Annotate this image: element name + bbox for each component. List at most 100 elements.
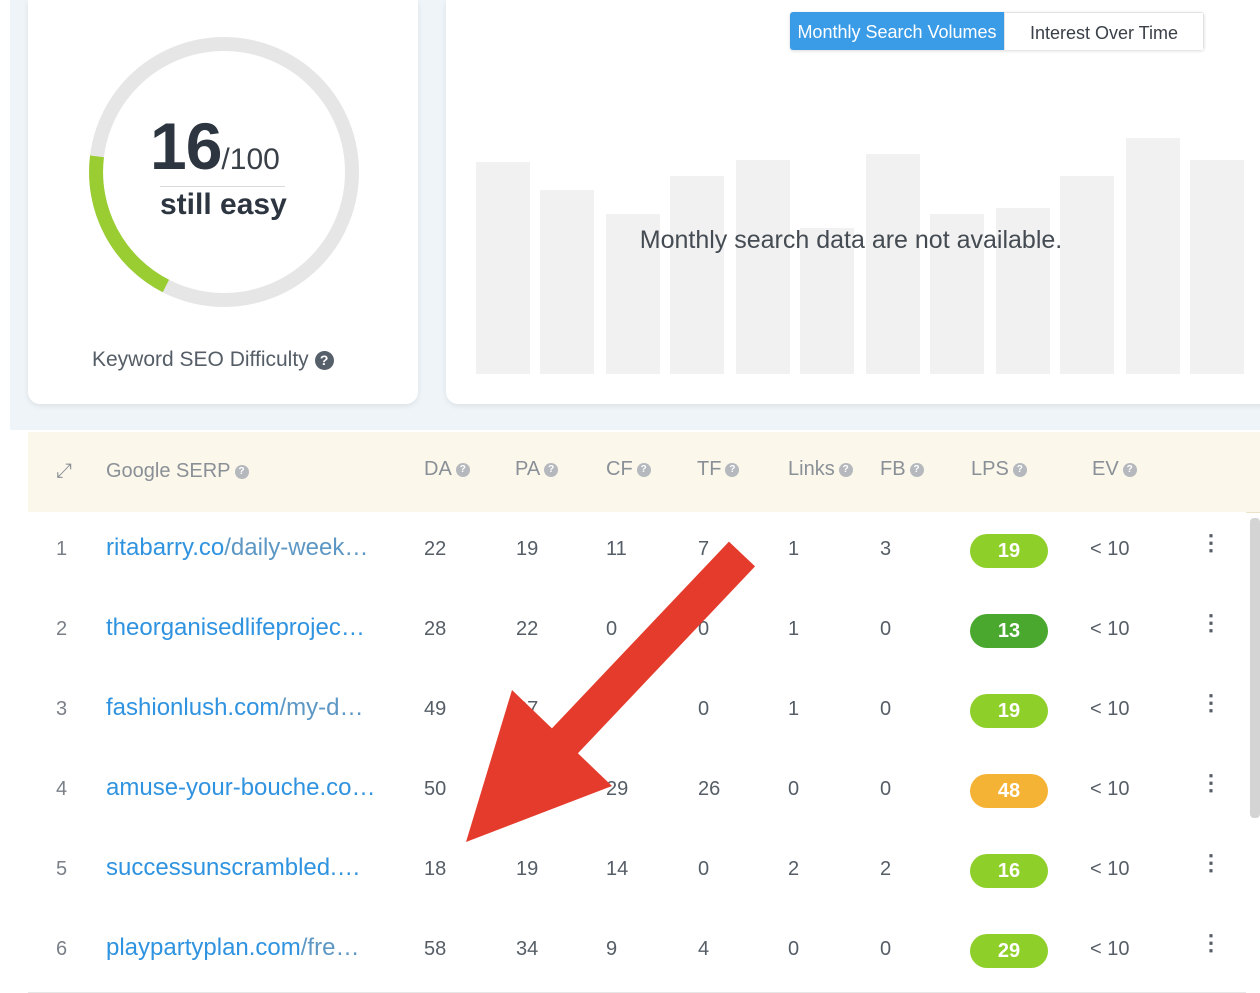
row-rank: 5 — [56, 858, 68, 880]
cell-cf: 0 — [606, 698, 618, 720]
vertical-ellipsis-icon[interactable]: ⋮ — [1200, 690, 1222, 716]
cell-pa: 44 — [516, 778, 539, 800]
cell-fb: 0 — [880, 778, 892, 800]
placeholder-bar — [1126, 138, 1180, 374]
cell-ev: < 10 — [1090, 778, 1130, 800]
result-domain: successunscrambled.… — [106, 854, 361, 881]
question-circle-icon[interactable]: ? — [544, 462, 559, 477]
cell-pa: 19 — [516, 858, 539, 880]
cell-tf: 4 — [698, 938, 710, 960]
header-label: PA — [515, 458, 541, 480]
score-divider — [160, 186, 285, 187]
result-domain: amuse-your-bouche.co… — [106, 774, 376, 801]
placeholder-bar — [540, 190, 594, 374]
table-row: 1 ritabarry.co/daily-week… 22 19 11 7 1 … — [28, 512, 1246, 593]
question-circle-icon[interactable]: ? — [314, 350, 334, 370]
question-circle-icon[interactable]: ? — [838, 462, 853, 477]
cell-tf: 0 — [698, 618, 710, 640]
lps-badge: 19 — [970, 694, 1048, 728]
question-circle-icon[interactable]: ? — [234, 464, 249, 479]
question-circle-icon[interactable]: ? — [455, 462, 470, 477]
result-path: /fre… — [300, 934, 360, 961]
header-label: TF — [697, 458, 722, 480]
tab-monthly-search-volumes[interactable]: Monthly Search Volumes — [790, 12, 1004, 50]
result-path: /daily-week… — [224, 534, 369, 561]
table-scrollbar[interactable] — [1250, 518, 1260, 818]
result-link[interactable]: amuse-your-bouche.co… — [106, 774, 396, 802]
cell-da: 18 — [424, 858, 447, 880]
cell-links: 2 — [788, 858, 800, 880]
header-label: FB — [880, 458, 906, 480]
no-data-message: Monthly search data are not available. — [639, 226, 1063, 254]
cell-tf: 0 — [698, 698, 710, 720]
difficulty-score: 16/100 — [150, 108, 300, 184]
header-label: CF — [606, 458, 633, 480]
header-label: LPS — [971, 458, 1009, 480]
placeholder-bar — [866, 154, 920, 374]
placeholder-bar — [670, 176, 724, 374]
header-label: Google SERP — [106, 460, 231, 482]
difficulty-caption-text: Keyword SEO Difficulty — [92, 348, 309, 371]
placeholder-bar — [476, 162, 530, 374]
row-rank: 2 — [56, 618, 68, 640]
header-label: Links — [788, 458, 835, 480]
table-row: 3 fashionlush.com/my-d… 49 37 0 0 1 0 19… — [28, 672, 1246, 753]
vertical-ellipsis-icon[interactable]: ⋮ — [1200, 530, 1222, 556]
cell-links: 1 — [788, 618, 800, 640]
placeholder-bar — [736, 160, 790, 374]
placeholder-bar — [1190, 160, 1244, 374]
vertical-ellipsis-icon[interactable]: ⋮ — [1200, 770, 1222, 796]
lps-badge: 16 — [970, 854, 1048, 888]
cell-pa: 22 — [516, 618, 539, 640]
result-domain: ritabarry.co — [106, 534, 225, 561]
result-link[interactable]: successunscrambled.… — [106, 854, 396, 882]
cell-tf: 26 — [698, 778, 721, 800]
question-circle-icon[interactable]: ? — [636, 462, 651, 477]
cell-fb: 0 — [880, 618, 892, 640]
expand-arrows-icon[interactable]: ⤢ — [56, 460, 72, 483]
table-row: 6 playpartyplan.com/fre… 58 34 9 4 0 0 2… — [28, 912, 1246, 993]
header-label: EV — [1092, 458, 1119, 480]
cell-links: 0 — [788, 938, 800, 960]
lps-badge: 29 — [970, 934, 1048, 968]
header-ev: EV? — [1092, 458, 1137, 481]
header-label: DA — [424, 458, 452, 480]
cell-links: 1 — [788, 538, 800, 560]
result-domain: fashionlush.com — [106, 694, 280, 721]
result-domain: theorganisedlifeprojec… — [106, 614, 365, 641]
cell-pa: 19 — [516, 538, 539, 560]
result-link[interactable]: playpartyplan.com/fre… — [106, 934, 396, 962]
cell-cf: 14 — [606, 858, 629, 880]
cell-da: 50 — [424, 778, 447, 800]
question-circle-icon[interactable]: ? — [1122, 462, 1137, 477]
result-link[interactable]: ritabarry.co/daily-week… — [106, 534, 396, 562]
cell-da: 28 — [424, 618, 447, 640]
cell-ev: < 10 — [1090, 698, 1130, 720]
vertical-ellipsis-icon[interactable]: ⋮ — [1200, 930, 1222, 956]
difficulty-label: still easy — [160, 188, 287, 221]
result-domain: playpartyplan.com — [106, 934, 301, 961]
result-path: /my-d… — [279, 694, 364, 721]
cell-fb: 3 — [880, 538, 892, 560]
lps-badge: 48 — [970, 774, 1048, 808]
result-link[interactable]: fashionlush.com/my-d… — [106, 694, 396, 722]
vertical-ellipsis-icon[interactable]: ⋮ — [1200, 610, 1222, 636]
cell-links: 1 — [788, 698, 800, 720]
cell-fb: 2 — [880, 858, 892, 880]
cell-ev: < 10 — [1090, 538, 1130, 560]
header-links: Links? — [788, 458, 853, 481]
header-tf: TF? — [697, 458, 740, 481]
row-rank: 3 — [56, 698, 68, 720]
vertical-ellipsis-icon[interactable]: ⋮ — [1200, 850, 1222, 876]
tab-interest-over-time[interactable]: Interest Over Time — [1004, 12, 1204, 50]
cell-da: 58 — [424, 938, 447, 960]
question-circle-icon[interactable]: ? — [1012, 462, 1027, 477]
header-fb: FB? — [880, 458, 924, 481]
cell-cf: 0 — [606, 618, 618, 640]
question-circle-icon[interactable]: ? — [909, 462, 924, 477]
difficulty-caption: Keyword SEO Difficulty ? — [92, 348, 334, 372]
question-circle-icon[interactable]: ? — [725, 462, 740, 477]
cell-tf: 7 — [698, 538, 710, 560]
result-link[interactable]: theorganisedlifeprojec… — [106, 614, 396, 642]
cell-links: 0 — [788, 778, 800, 800]
